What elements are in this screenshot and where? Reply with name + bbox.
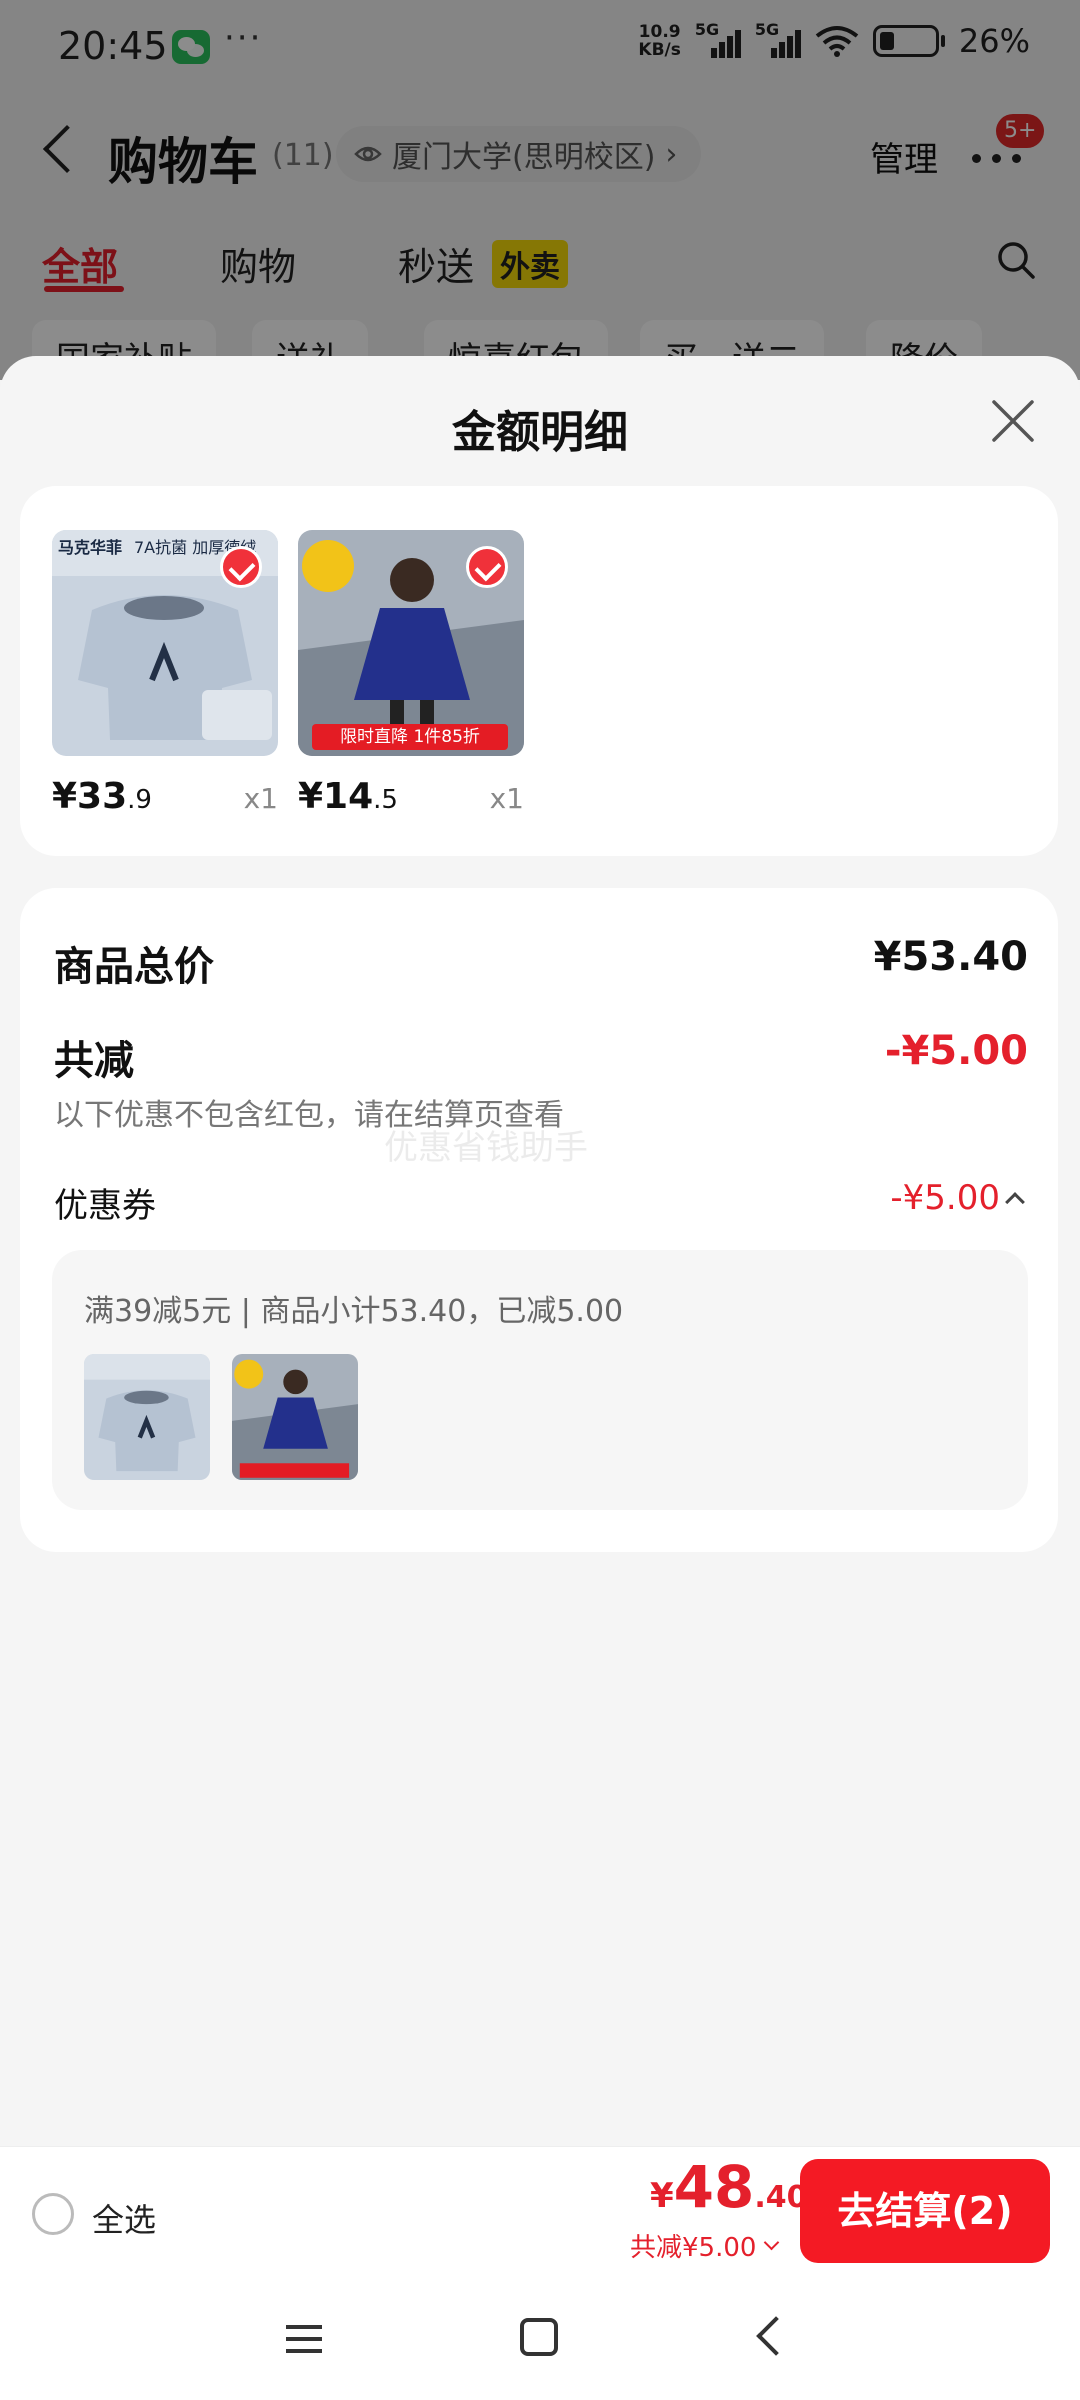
select-all-label[interactable]: 全选 bbox=[92, 2195, 156, 2241]
system-nav-bar bbox=[0, 2274, 1080, 2400]
checked-icon[interactable] bbox=[466, 546, 508, 588]
coupon-label: 优惠券 bbox=[54, 1186, 156, 1226]
product-item[interactable]: 限时直降 1件85折 ¥14.5 x1 bbox=[298, 530, 524, 817]
checkout-bar: 全选 ¥48.40 共减¥5.00 去结算(2) bbox=[0, 2146, 1080, 2274]
saved-amount-toggle[interactable]: 共减¥5.00 bbox=[630, 2227, 780, 2264]
amount-detail-sheet: 金额明细 马克华菲 7A抗菌 加厚德绒 ¥33.9 x1 限时直降 1件85折 … bbox=[0, 356, 1080, 2146]
close-icon[interactable] bbox=[990, 398, 1036, 444]
product-item[interactable]: 马克华菲 7A抗菌 加厚德绒 ¥33.9 x1 bbox=[52, 530, 278, 817]
menu-icon[interactable] bbox=[284, 2324, 324, 2354]
total-price: ¥48.40 bbox=[650, 2153, 808, 2221]
sweater-thumb-image bbox=[84, 1354, 210, 1480]
coupon-toggle[interactable]: -¥5.00 bbox=[890, 1178, 1025, 1218]
coupon-product-thumb-sweater bbox=[84, 1354, 210, 1480]
product-price: ¥33.9 bbox=[52, 776, 152, 817]
reduce-value: -¥5.00 bbox=[884, 1028, 1028, 1074]
product-qty: x1 bbox=[243, 782, 278, 815]
coupon-value: -¥5.00 bbox=[890, 1178, 1000, 1218]
home-icon[interactable] bbox=[520, 2318, 558, 2356]
chevron-up-icon bbox=[1005, 1192, 1025, 1212]
price-summary-card: 商品总价 ¥53.40 共减 -¥5.00 以下优惠不包含红包，请在结算页查看 … bbox=[20, 888, 1058, 1552]
dim-overlay[interactable] bbox=[0, 0, 1080, 380]
brand-label: 马克华菲 bbox=[58, 538, 123, 557]
chevron-down-icon bbox=[764, 2234, 780, 2251]
select-all-checkbox[interactable] bbox=[32, 2193, 74, 2235]
checkout-button[interactable]: 去结算(2) bbox=[800, 2159, 1050, 2263]
dress-thumb-image bbox=[232, 1354, 358, 1480]
reduce-label: 共减 bbox=[54, 1038, 134, 1084]
saved-amount: 共减¥5.00 bbox=[630, 2233, 757, 2263]
product-image-sweater: 马克华菲 7A抗菌 加厚德绒 bbox=[52, 530, 278, 756]
product-price: ¥14.5 bbox=[298, 776, 398, 817]
coupon-product-thumb-dress bbox=[232, 1354, 358, 1480]
checked-icon[interactable] bbox=[220, 546, 262, 588]
promo-banner: 限时直降 1件85折 bbox=[312, 724, 508, 750]
coupon-detail-box: 满39减5元 | 商品小计53.40，已减5.00 bbox=[52, 1250, 1028, 1510]
product-qty: x1 bbox=[489, 782, 524, 815]
sheet-title: 金额明细 bbox=[452, 407, 628, 458]
total-label: 商品总价 bbox=[54, 944, 214, 990]
total-value: ¥53.40 bbox=[873, 934, 1028, 980]
coupon-description: 满39减5元 | 商品小计53.40，已减5.00 bbox=[84, 1294, 624, 1329]
back-icon[interactable] bbox=[756, 2316, 796, 2356]
selected-products-card: 马克华菲 7A抗菌 加厚德绒 ¥33.9 x1 限时直降 1件85折 ¥14.5… bbox=[20, 486, 1058, 856]
watermark-text: 优惠省钱助手 bbox=[384, 1128, 588, 1168]
product-image-dress: 限时直降 1件85折 bbox=[298, 530, 524, 756]
